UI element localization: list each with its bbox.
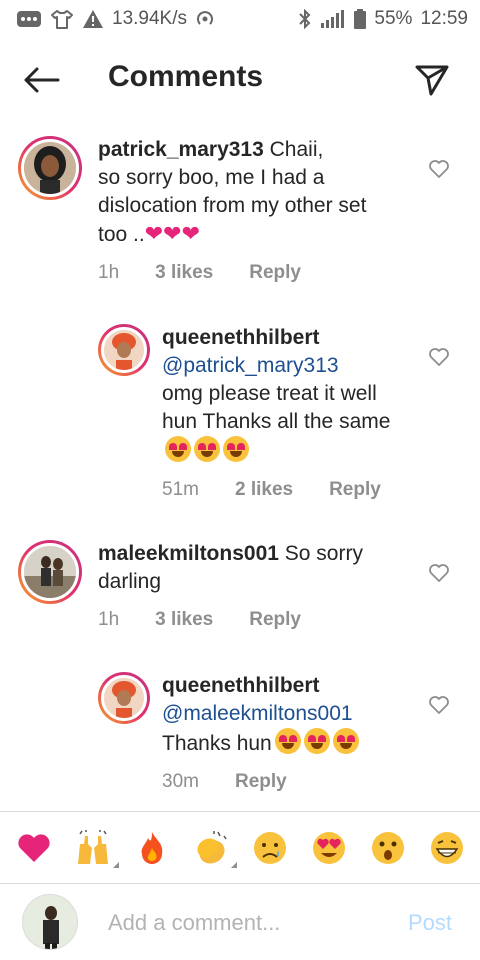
- heart-outline-icon[interactable]: [428, 694, 450, 716]
- reply-comment-item: queenethhilbert @patrick_mary313 omg ple…: [98, 324, 428, 504]
- chat-notification-icon: [16, 10, 42, 28]
- comment-time: 1h: [98, 262, 120, 283]
- mention-link[interactable]: @maleekmiltons001: [162, 700, 359, 728]
- emoji-heart-eyes-button[interactable]: [307, 826, 351, 870]
- astonished-face-icon: [371, 832, 404, 864]
- battery-level: 55%: [374, 8, 413, 29]
- comment-username[interactable]: queenethhilbert: [162, 324, 412, 352]
- heart-outline-icon[interactable]: [428, 346, 450, 368]
- battery-icon: [354, 9, 367, 29]
- hotspot-icon: [195, 9, 215, 29]
- comment-likes[interactable]: 3 likes: [155, 606, 213, 634]
- status-bar: 13.94K/s 55% 12:59: [0, 0, 480, 38]
- comment-text: So sorry: [278, 542, 363, 565]
- comment-text: Thanks hun: [162, 732, 272, 755]
- heart-eyes-icon: [312, 832, 345, 864]
- emoji-clapping-hands-button[interactable]: [189, 826, 237, 870]
- raising-hands-icon: [77, 830, 108, 864]
- heart-eyes-emoji: [332, 728, 359, 754]
- back-button[interactable]: [20, 62, 64, 98]
- mention-link[interactable]: @patrick_mary313: [162, 352, 412, 380]
- hearts-emoji: ❤❤❤: [144, 221, 201, 246]
- comment-text-continued: darling: [98, 570, 162, 593]
- heart-eyes-emoji: [303, 728, 330, 754]
- emoji-crying-face-button[interactable]: [248, 826, 292, 870]
- comment-time: 51m: [162, 479, 199, 500]
- comment-input[interactable]: [108, 908, 388, 938]
- comment-time: 1h: [98, 609, 120, 630]
- warning-icon: [82, 9, 104, 29]
- heart-eyes-emoji: [165, 436, 191, 462]
- emoji-astonished-face-button[interactable]: [366, 826, 410, 870]
- comment-username[interactable]: maleekmiltons001: [98, 542, 279, 565]
- comment-item: patrick_mary313 Chaii, so sorry boo, me …: [18, 136, 438, 287]
- emoji-heart-button[interactable]: [12, 826, 56, 870]
- grinning-face-icon: [430, 832, 463, 864]
- signal-icon: [320, 9, 346, 29]
- heart-eyes-emoji: [194, 436, 220, 462]
- reply-button[interactable]: Reply: [235, 768, 287, 796]
- emoji-fire-button[interactable]: [130, 826, 174, 870]
- heart-outline-icon[interactable]: [428, 562, 450, 584]
- reply-button[interactable]: Reply: [329, 476, 381, 504]
- clock: 12:59: [420, 8, 468, 29]
- avatar[interactable]: [98, 324, 150, 376]
- avatar[interactable]: [18, 136, 82, 200]
- heart-outline-icon[interactable]: [428, 158, 450, 180]
- arrow-left-icon: [24, 67, 60, 93]
- emoji-raising-hands-button[interactable]: [71, 826, 119, 870]
- network-speed: 13.94K/s: [112, 8, 187, 29]
- heart-eyes-emoji: [223, 436, 249, 462]
- clapping-hands-icon: [196, 831, 227, 864]
- comment-item: maleekmiltons001 So sorry darling 1h 3 l…: [18, 540, 438, 634]
- header: Comments: [0, 38, 480, 122]
- crying-face-icon: [253, 832, 286, 864]
- share-button[interactable]: [408, 58, 456, 102]
- paper-plane-icon: [415, 65, 449, 96]
- reply-comment-item: queenethhilbert @maleekmiltons001 Thanks…: [98, 672, 428, 796]
- avatar[interactable]: [18, 540, 82, 604]
- avatar: [22, 894, 78, 950]
- reply-button[interactable]: Reply: [249, 259, 301, 287]
- reply-button[interactable]: Reply: [249, 606, 301, 634]
- page-title: Comments: [108, 60, 264, 93]
- comment-text: omg please treat it well hun Thanks all …: [162, 382, 391, 433]
- fire-icon: [141, 832, 162, 864]
- avatar[interactable]: [98, 672, 150, 724]
- shirt-icon: [50, 9, 74, 29]
- comment-likes[interactable]: 2 likes: [235, 476, 293, 504]
- comment-username[interactable]: queenethhilbert: [162, 672, 359, 700]
- emoji-quick-bar: [0, 812, 480, 884]
- comment-composer: Post: [0, 884, 480, 960]
- comment-text-continued: so sorry boo, me I had a dislocation fro…: [98, 166, 367, 246]
- comment-time: 30m: [162, 771, 199, 792]
- comment-username[interactable]: patrick_mary313: [98, 138, 264, 161]
- emoji-grinning-face-button[interactable]: [425, 826, 469, 870]
- post-button[interactable]: Post: [408, 910, 452, 936]
- comment-text: Chaii,: [263, 138, 324, 161]
- heart-eyes-emoji: [274, 728, 301, 754]
- heart-icon: [17, 834, 50, 862]
- bluetooth-icon: [298, 9, 312, 29]
- comment-likes[interactable]: 3 likes: [155, 259, 213, 287]
